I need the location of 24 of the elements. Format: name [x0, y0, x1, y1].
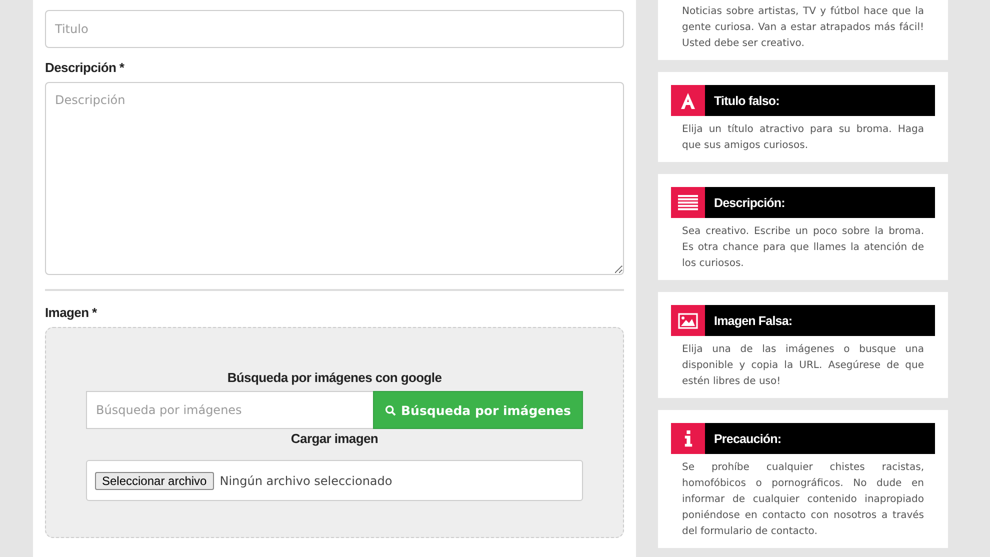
image-search-field[interactable]: Búsqueda por imágenes: [86, 391, 373, 429]
description-label: Descripción *: [45, 60, 126, 75]
search-icon: [385, 404, 396, 416]
letter-a-icon: [671, 85, 705, 116]
tip-text: Elija una de las imágenes o busque una disponible y copia la URL. Asegúrese de que estén libres de uso!: [681, 343, 925, 389]
lines-icon: [671, 187, 705, 218]
tip-text: Sea creativo. Escribe un poco sobre la broma. Es otra chance para que llames la atención de los curiosos.: [681, 225, 925, 271]
description-field[interactable]: Descripción: [45, 82, 624, 275]
upload-heading: Cargar imagen: [290, 431, 378, 446]
image-label: Imagen *: [45, 305, 98, 320]
tip-text: Noticias sobre artistas, TV y fútbol hace que la gente curiosa. Van a estar atrapados más fácil! Usted debe ser creativo.: [681, 5, 925, 51]
search-heading: Búsqueda por imágenes con google: [227, 370, 442, 385]
tip-text: Elija un título atractivo para su broma. Haga que sus amigos curiosos.: [681, 123, 925, 153]
tip-title: Descripción:: [705, 187, 935, 218]
tip-text: Se prohíbe cualquier chistes racistas, homofóbicos o pornográficos. No dude en informar de cualquier contenido inapropiado poniéndose en contacto con nosotros a través del formulario de contacto.: [681, 461, 925, 539]
info-icon: [671, 423, 705, 454]
tip-title: Imagen Falsa:: [705, 305, 935, 336]
tip-title: Titulo falso:: [705, 85, 935, 116]
file-input[interactable]: Seleccionar archivo Ningún archivo seleccionado: [86, 460, 583, 501]
title-field[interactable]: Titulo: [45, 10, 624, 48]
tip-title: Precaución:: [705, 423, 935, 454]
choose-file-button[interactable]: Seleccionar archivo: [95, 472, 214, 490]
picture-icon: [671, 305, 705, 336]
file-status: Ningún archivo seleccionado: [220, 474, 392, 488]
